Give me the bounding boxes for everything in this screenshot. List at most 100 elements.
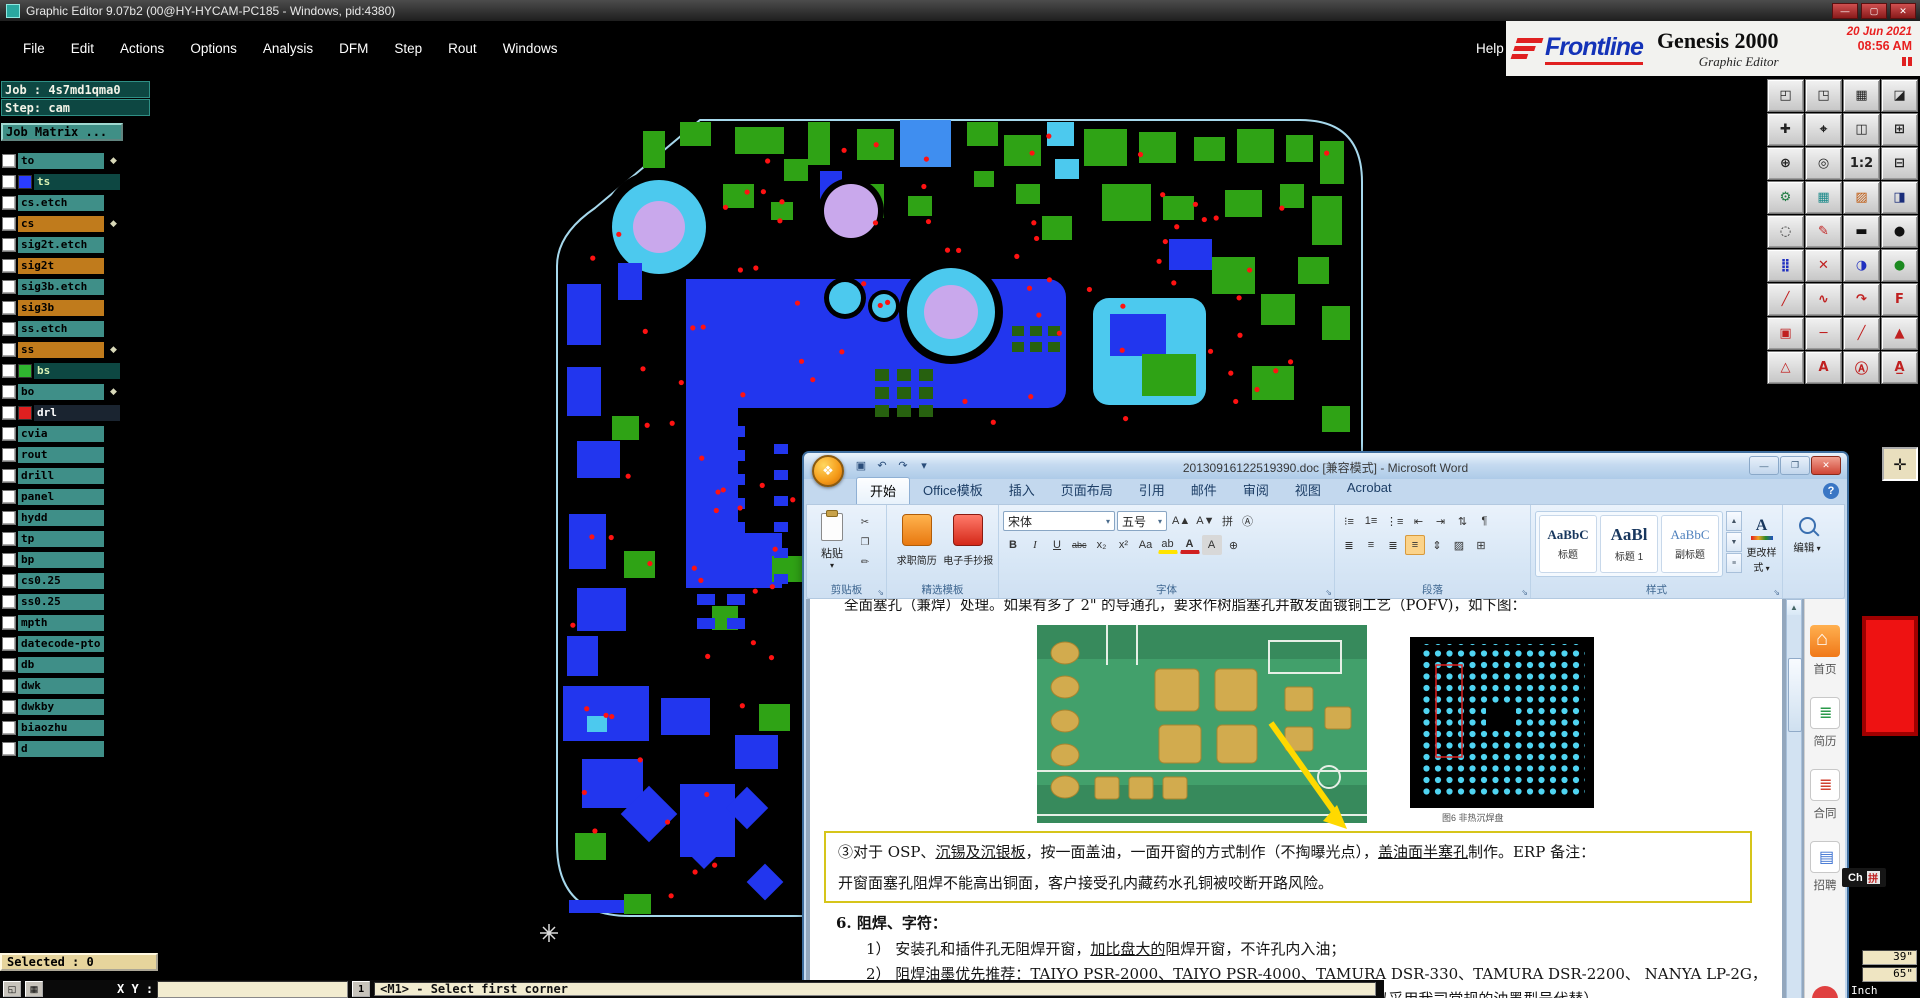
tab-审阅[interactable]: 审阅	[1230, 477, 1282, 504]
layer-row-drl[interactable]: drl	[0, 402, 152, 423]
style-scroll-down-icon[interactable]	[1726, 532, 1742, 552]
layer-visibility-checkbox[interactable]	[2, 174, 16, 189]
swatches-icon[interactable]: ▨	[1843, 181, 1880, 214]
arc-icon[interactable]: ↷	[1843, 283, 1880, 316]
screen-icon[interactable]: ◰	[1767, 79, 1804, 112]
grow-font-button[interactable]: A▲	[1169, 511, 1193, 531]
dialog-launcher-icon[interactable]	[877, 588, 884, 597]
italic-button[interactable]: I	[1025, 535, 1045, 555]
layer-row-cs0.25[interactable]: cs0.25	[0, 570, 152, 591]
phonetic-guide-button[interactable]: 拼	[1217, 511, 1237, 531]
minimize-button[interactable]: —	[1832, 3, 1858, 19]
layer-row-cs[interactable]: cs ◆	[0, 213, 152, 234]
layer-row-ts[interactable]: ts	[0, 171, 152, 192]
flag-icon[interactable]: F	[1881, 283, 1918, 316]
dotted-circle-icon[interactable]: ◌	[1767, 215, 1804, 248]
style-副标题[interactable]: AaBbC 副标题	[1661, 515, 1719, 573]
layer-visibility-checkbox[interactable]	[2, 300, 16, 315]
tab-邮件[interactable]: 邮件	[1178, 477, 1230, 504]
copy-button[interactable]: ❐	[856, 533, 874, 551]
style-标题 1[interactable]: AaBl 标题 1	[1600, 515, 1658, 573]
layer-row-rout[interactable]: rout	[0, 444, 152, 465]
handnews-template-button[interactable]: 电子手抄报	[943, 508, 995, 567]
layer-visibility-checkbox[interactable]	[2, 363, 16, 378]
pan-icon[interactable]: ✚	[1767, 113, 1804, 146]
align-right-button[interactable]: ≣	[1383, 535, 1403, 555]
shading-button[interactable]: ▨	[1449, 535, 1469, 555]
bullets-button[interactable]: ⁝≡	[1339, 511, 1359, 531]
layer-visibility-checkbox[interactable]	[2, 615, 16, 630]
layer-visibility-checkbox[interactable]	[2, 279, 16, 294]
measure-icon[interactable]: ✎	[1805, 215, 1842, 248]
zoom-ratio-icon[interactable]: 1:2	[1843, 147, 1880, 180]
undo-icon[interactable]: ↶	[873, 457, 891, 473]
document-scrollbar[interactable]	[1786, 599, 1802, 998]
word-minimize-button[interactable]: —	[1749, 456, 1779, 475]
node-icon[interactable]: ●	[1881, 249, 1918, 282]
style-标题[interactable]: AaBbC 标题	[1539, 515, 1597, 573]
scroll-up-icon[interactable]	[1787, 600, 1801, 615]
points-icon[interactable]: ⣿	[1767, 249, 1804, 282]
maximize-button[interactable]: ▢	[1861, 3, 1887, 19]
dialog-launcher-icon[interactable]	[1773, 588, 1780, 597]
matrix-icon[interactable]: ▦	[1805, 181, 1842, 214]
layer-visibility-checkbox[interactable]	[2, 510, 16, 525]
layer-row-d[interactable]: d	[0, 738, 152, 759]
layer-row-cvia[interactable]: cvia	[0, 423, 152, 444]
select-corner-tool-button[interactable]: ✛	[1882, 447, 1918, 481]
subscript-button[interactable]: x₂	[1092, 535, 1112, 555]
word-close-button[interactable]: ✕	[1811, 456, 1841, 475]
layer-row-bs[interactable]: bs	[0, 360, 152, 381]
show-marks-button[interactable]: ¶	[1474, 511, 1494, 531]
align-center-button[interactable]: ≡	[1361, 535, 1381, 555]
layer-visibility-checkbox[interactable]	[2, 153, 16, 168]
triangle-outline-icon[interactable]: △	[1767, 351, 1804, 384]
superscript-button[interactable]: x²	[1114, 535, 1134, 555]
layer-visibility-checkbox[interactable]	[2, 678, 16, 693]
layer-visibility-checkbox[interactable]	[2, 426, 16, 441]
triangle-up-icon[interactable]: ▲	[1881, 317, 1918, 350]
bold-button[interactable]: B	[1003, 535, 1023, 555]
pause-icon[interactable]	[1902, 57, 1912, 67]
word-restore-button[interactable]: ❐	[1780, 456, 1810, 475]
tab-引用[interactable]: 引用	[1126, 477, 1178, 504]
menu-windows[interactable]: Windows	[490, 37, 571, 60]
numbering-button[interactable]: 1≡	[1361, 511, 1381, 531]
document-page[interactable]: 全面塞孔（兼焊）处理。如果有多了 2" 的导通孔，要求作树脂塞孔并散发面镀铜工艺…	[810, 599, 1782, 998]
layer-row-dwkby[interactable]: dwkby	[0, 696, 152, 717]
layer-row-ss[interactable]: ss ◆	[0, 339, 152, 360]
sort-button[interactable]: ⇅	[1452, 511, 1472, 531]
layer-color-chip[interactable]	[18, 405, 32, 420]
layer-row-hydd[interactable]: hydd	[0, 507, 152, 528]
layer-visibility-checkbox[interactable]	[2, 594, 16, 609]
layer-visibility-checkbox[interactable]	[2, 489, 16, 504]
strikethrough-button[interactable]: abc	[1069, 535, 1090, 555]
genesis-titlebar[interactable]: Graphic Editor 9.07b2 (00@HY-HYCAM-PC185…	[0, 0, 1920, 21]
thick-line-icon[interactable]: ▬	[1843, 215, 1880, 248]
text-circle-icon[interactable]: Ⓐ	[1843, 351, 1880, 384]
decrease-indent-button[interactable]: ⇤	[1408, 511, 1428, 531]
tab-开始[interactable]: 开始	[856, 477, 911, 504]
pad-icon[interactable]: ▣	[1767, 317, 1804, 350]
enclose-characters-button[interactable]: ⊕	[1224, 535, 1244, 555]
screen-plus-icon[interactable]: ◳	[1805, 79, 1842, 112]
style-scroll-up-icon[interactable]	[1726, 511, 1742, 531]
layer-row-to[interactable]: to ◆	[0, 150, 152, 171]
layer-visibility-checkbox[interactable]	[2, 405, 16, 420]
layer-visibility-checkbox[interactable]	[2, 258, 16, 273]
settings-icon[interactable]: ⚙	[1767, 181, 1804, 214]
font-color-button[interactable]: A	[1179, 537, 1200, 554]
text-highlight-button[interactable]: ab	[1157, 537, 1178, 554]
layer-row-drill[interactable]: drill	[0, 465, 152, 486]
corner-select-icon[interactable]: ◱	[3, 981, 21, 997]
sidebar-item-resume[interactable]: 简历	[1810, 697, 1840, 749]
resume-template-button[interactable]: 求职简历	[891, 508, 943, 567]
layer-visibility-checkbox[interactable]	[2, 741, 16, 756]
change-styles-button[interactable]: A 更改样式	[1745, 511, 1778, 577]
shrink-font-button[interactable]: A▼	[1193, 511, 1217, 531]
layer-visibility-checkbox[interactable]	[2, 699, 16, 714]
dialog-launcher-icon[interactable]	[1521, 588, 1528, 597]
redo-icon[interactable]: ↷	[894, 457, 912, 473]
increase-indent-button[interactable]: ⇥	[1430, 511, 1450, 531]
layer-toggle-button[interactable]: 1	[352, 981, 371, 997]
